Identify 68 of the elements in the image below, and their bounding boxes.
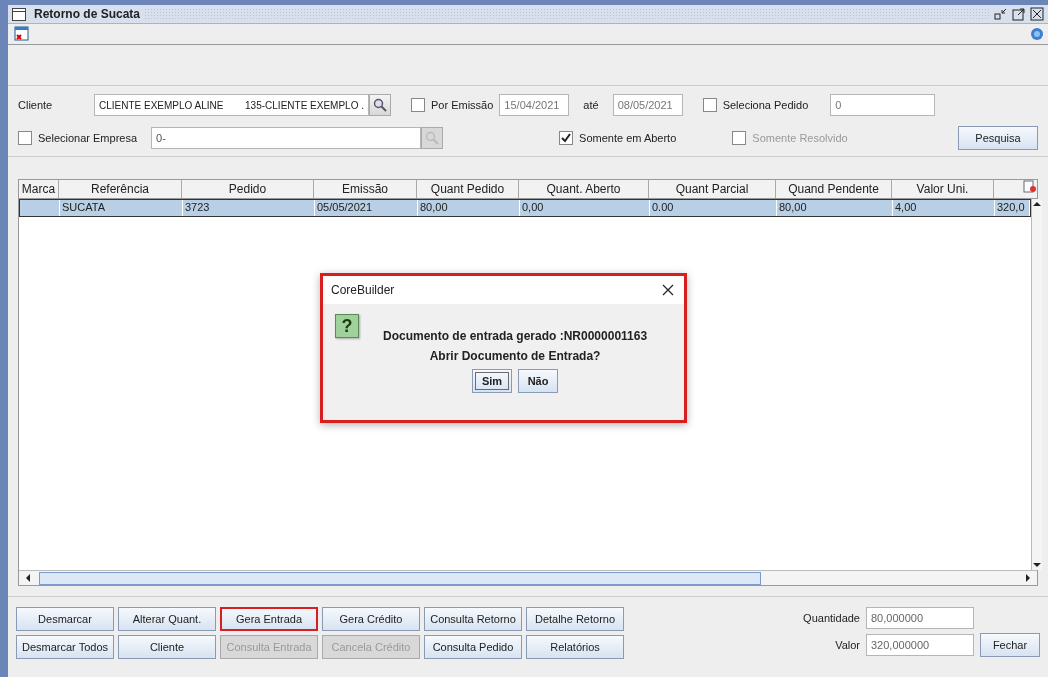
action-button[interactable]: Alterar Quant. <box>118 607 216 631</box>
help-icon[interactable] <box>1030 27 1044 41</box>
table-cell: 80,00 <box>420 201 448 213</box>
column-settings-icon[interactable] <box>1023 180 1037 194</box>
action-button[interactable]: Gera Entrada <box>220 607 318 631</box>
search-icon <box>373 98 387 112</box>
dialog-button[interactable]: Não <box>518 369 559 393</box>
action-button[interactable]: Desmarcar <box>16 607 114 631</box>
date-from-field[interactable]: 15/04/2021 <box>499 94 570 116</box>
quantidade-field[interactable]: 80,000000 <box>866 607 974 629</box>
column-header[interactable]: Marca <box>19 180 59 198</box>
ate-label: até <box>583 99 599 111</box>
action-button[interactable]: Desmarcar Todos <box>16 635 114 659</box>
cliente-label: Cliente <box>18 99 54 111</box>
table-cell: SUCATA <box>62 201 105 213</box>
table-cell: 05/05/2021 <box>317 201 373 213</box>
check-icon <box>561 133 572 143</box>
column-header[interactable]: Quant. Aberto <box>519 180 649 198</box>
action-button[interactable]: Relatórios <box>526 635 624 659</box>
question-icon: ? <box>335 314 359 338</box>
action-button[interactable]: Consulta Pedido <box>424 635 522 659</box>
table-row[interactable]: SUCATA 3723 05/05/2021 80,00 0,00 0.00 80,00 4,00 320,0 <box>19 199 1031 217</box>
table-cell: 4,00 <box>895 201 917 213</box>
pesquisa-button[interactable]: Pesquisa <box>958 126 1038 150</box>
column-header[interactable]: Quant Parcial <box>649 180 776 198</box>
quantidade-label: Quantidade <box>803 612 860 624</box>
valor-field[interactable]: 320,000000 <box>866 634 974 656</box>
column-header[interactable]: Quand Pendente <box>776 180 892 198</box>
cliente-field[interactable]: CLIENTE EXEMPLO ALINE 135-CLIENTE EXEMPLO . <box>94 94 369 116</box>
column-header[interactable]: Valor Uni. <box>892 180 994 198</box>
dialog-button[interactable]: Sim <box>472 369 513 393</box>
fechar-button[interactable]: Fechar <box>980 633 1040 657</box>
column-header[interactable]: Referência <box>59 180 182 198</box>
window-title: Retorno de Sucata <box>34 7 141 21</box>
window-icon <box>12 7 26 21</box>
table-cell: 0.00 <box>652 201 674 213</box>
valor-label: Valor <box>835 639 860 651</box>
action-button[interactable]: Cliente <box>118 635 216 659</box>
por-emissao-checkbox[interactable]: Por Emissão <box>411 98 494 112</box>
table-cell: 3723 <box>185 201 210 213</box>
dialog-title: CoreBuilder <box>331 283 395 297</box>
scroll-up-icon[interactable] <box>1032 199 1042 209</box>
scroll-down-icon[interactable] <box>1032 560 1042 570</box>
somente-aberto-checkbox[interactable]: Somente em Aberto <box>559 131 677 145</box>
dialog-message: Documento de entrada gerado :NR0000001163 <box>383 329 648 343</box>
close-form-icon[interactable] <box>14 26 30 42</box>
dialog-question: Abrir Documento de Entrada? <box>429 349 601 363</box>
table-cell: 0,00 <box>522 201 544 213</box>
date-to-field[interactable]: 08/05/2021 <box>612 94 683 116</box>
search-button[interactable] <box>369 94 391 116</box>
close-icon[interactable] <box>1030 7 1044 21</box>
scroll-right-icon[interactable] <box>1023 573 1033 583</box>
maximize-icon[interactable] <box>1012 7 1026 21</box>
search-icon <box>425 131 440 145</box>
close-icon[interactable] <box>662 284 674 296</box>
action-button[interactable]: Consulta Retorno <box>424 607 522 631</box>
table-cell: 80,00 <box>779 201 807 213</box>
column-header[interactable]: Emissão <box>314 180 417 198</box>
selecionar-empresa-checkbox[interactable]: Selecionar Empresa <box>18 131 138 145</box>
minimize-icon[interactable] <box>994 7 1008 21</box>
column-header[interactable]: Pedido <box>182 180 314 198</box>
empresa-field[interactable]: 0- <box>151 127 422 149</box>
pedido-field[interactable]: 0 <box>830 94 936 116</box>
table-cell: 320,0 <box>997 201 1025 213</box>
action-button[interactable]: Gera Crédito <box>322 607 420 631</box>
seleciona-pedido-checkbox[interactable]: Seleciona Pedido <box>702 98 809 112</box>
action-button[interactable]: Detalhe Retorno <box>526 607 624 631</box>
column-header[interactable]: Quant Pedido <box>417 180 519 198</box>
